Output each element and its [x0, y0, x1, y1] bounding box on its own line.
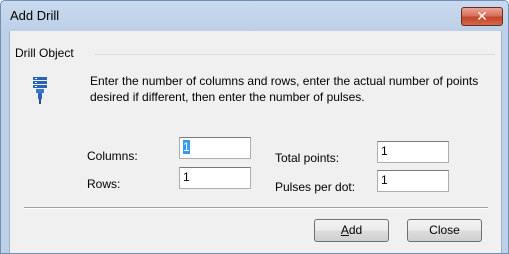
add-button-label: dd [348, 223, 363, 237]
button-separator [24, 207, 488, 209]
columns-value: 1 [183, 140, 190, 154]
total-points-value: 1 [381, 144, 388, 158]
window-title: Add Drill [10, 8, 60, 23]
close-icon: ✕ [476, 8, 488, 24]
dialog-body: Drill Object Enter the number of columns… [9, 31, 502, 253]
title-bar[interactable]: Add Drill ✕ [1, 1, 508, 31]
rows-input[interactable]: 1 [179, 167, 251, 189]
window-close-button[interactable]: ✕ [461, 7, 503, 26]
rows-label: Rows: [87, 177, 121, 191]
columns-label: Columns: [87, 149, 138, 163]
drill-icon [33, 77, 47, 104]
total-points-input[interactable]: 1 [377, 141, 449, 163]
instructions-text: Enter the number of columns and rows, en… [90, 74, 479, 104]
total-points-label: Total points: [275, 151, 340, 165]
pulses-per-dot-value: 1 [381, 173, 388, 187]
group-divider [95, 54, 495, 55]
add-button[interactable]: Add [314, 219, 389, 242]
columns-input[interactable]: 1 [179, 137, 251, 159]
rows-value: 1 [183, 170, 190, 184]
group-label: Drill Object [15, 46, 74, 60]
close-button[interactable]: Close [407, 219, 482, 242]
add-drill-dialog: Add Drill ✕ Drill Object Enter the numbe… [0, 0, 509, 254]
add-button-mnemonic: A [340, 223, 349, 237]
pulses-per-dot-label: Pulses per dot: [275, 180, 356, 194]
pulses-per-dot-input[interactable]: 1 [377, 170, 449, 192]
